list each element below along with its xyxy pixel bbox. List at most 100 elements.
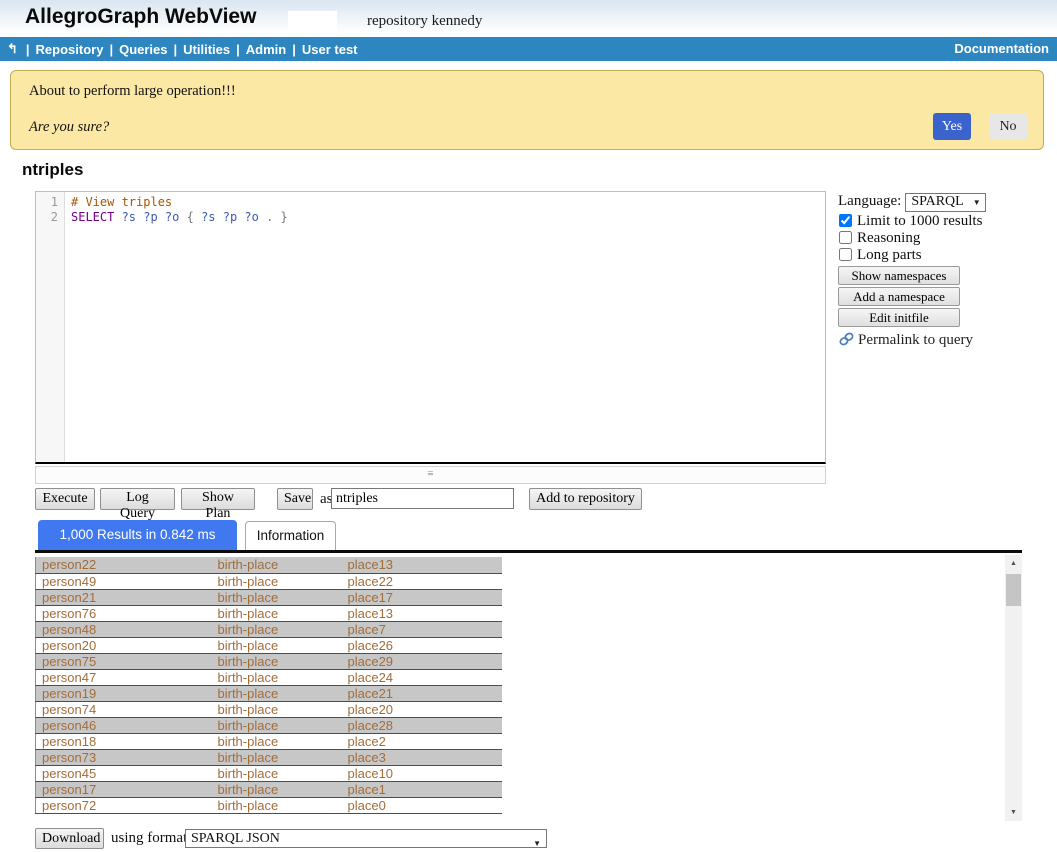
nav-item[interactable]: Queries	[119, 42, 167, 57]
yes-button[interactable]: Yes	[933, 113, 971, 140]
nav-separator: |	[292, 42, 296, 57]
result-row: person73 birth-place place3	[36, 749, 502, 765]
option-checkbox[interactable]	[839, 231, 852, 244]
nav-documentation-link[interactable]: Documentation	[954, 37, 1049, 61]
result-subject[interactable]: person49	[36, 573, 212, 589]
result-object[interactable]: place1	[342, 781, 502, 797]
result-subject[interactable]: person76	[36, 605, 212, 621]
result-predicate[interactable]: birth-place	[212, 653, 342, 669]
result-predicate[interactable]: birth-place	[212, 733, 342, 749]
result-row: person18 birth-place place2	[36, 733, 502, 749]
no-button[interactable]: No	[989, 113, 1027, 140]
result-predicate[interactable]: birth-place	[212, 637, 342, 653]
result-object[interactable]: place21	[342, 685, 502, 701]
result-object[interactable]: place20	[342, 701, 502, 717]
result-predicate[interactable]: birth-place	[212, 669, 342, 685]
result-predicate[interactable]: birth-place	[212, 621, 342, 637]
result-predicate[interactable]: birth-place	[212, 605, 342, 621]
result-object[interactable]: place2	[342, 733, 502, 749]
save-name-input[interactable]	[331, 488, 514, 509]
result-subject[interactable]: person19	[36, 685, 212, 701]
execute-button[interactable]: Execute	[35, 488, 95, 510]
result-subject[interactable]: person45	[36, 765, 212, 781]
result-predicate[interactable]: birth-place	[212, 765, 342, 781]
side-panel-button[interactable]: Add a namespace	[838, 287, 960, 306]
nav-item[interactable]: User test	[302, 42, 358, 57]
option-checkbox[interactable]	[839, 248, 852, 261]
result-subject[interactable]: person17	[36, 781, 212, 797]
add-to-repository-button[interactable]: Add to repository	[529, 488, 642, 510]
nav-item[interactable]: Admin	[246, 42, 286, 57]
result-predicate[interactable]: birth-place	[212, 685, 342, 701]
editor-line: 1 # View triples	[36, 195, 825, 210]
results-viewport: person22 birth-place place13 person49 bi…	[35, 553, 1022, 825]
result-row: person75 birth-place place29	[36, 653, 502, 669]
result-subject[interactable]: person75	[36, 653, 212, 669]
save-button[interactable]: Save	[277, 488, 313, 510]
format-select[interactable]: SPARQL JSON ▼	[185, 829, 547, 848]
option-checkbox[interactable]	[839, 214, 852, 227]
result-predicate[interactable]: birth-place	[212, 781, 342, 797]
confirmation-banner: About to perform large operation!!! Are …	[10, 70, 1044, 150]
result-object[interactable]: place26	[342, 637, 502, 653]
format-label: using format	[111, 830, 187, 847]
editor-lines: 1 # View triples 2 SELECT ?s ?p ?o { ?s …	[36, 195, 825, 225]
back-arrow-icon[interactable]: ↰	[7, 41, 18, 57]
result-object[interactable]: place0	[342, 797, 502, 813]
banner-question: Are you sure?	[29, 119, 109, 136]
result-object[interactable]: place13	[342, 605, 502, 621]
result-predicate[interactable]: birth-place	[212, 701, 342, 717]
option-checkboxes: Limit to 1000 results Reasoning Long par…	[838, 213, 1056, 264]
result-subject[interactable]: person18	[36, 733, 212, 749]
result-subject[interactable]: person21	[36, 589, 212, 605]
side-panel-button[interactable]: Show namespaces	[838, 266, 960, 285]
header-blank-box	[288, 11, 337, 32]
result-object[interactable]: place13	[342, 557, 502, 573]
result-row: person49 birth-place place22	[36, 573, 502, 589]
nav-item[interactable]: Repository	[36, 42, 104, 57]
result-object[interactable]: place22	[342, 573, 502, 589]
editor-line: 2 SELECT ?s ?p ?o { ?s ?p ?o . }	[36, 210, 825, 225]
side-panel-button[interactable]: Edit initfile	[838, 308, 960, 327]
result-row: person76 birth-place place13	[36, 605, 502, 621]
permalink-to-query-link[interactable]: Permalink to query	[838, 331, 1056, 349]
show-plan-button[interactable]: Show Plan	[181, 488, 255, 510]
result-subject[interactable]: person72	[36, 797, 212, 813]
result-object[interactable]: place28	[342, 717, 502, 733]
nav-separator: |	[109, 42, 113, 57]
editor-resize-handle[interactable]: ≡	[35, 466, 826, 484]
result-subject[interactable]: person47	[36, 669, 212, 685]
log-query-button[interactable]: Log Query	[100, 488, 175, 510]
scroll-up-icon[interactable]: ▲	[1005, 555, 1022, 572]
result-predicate[interactable]: birth-place	[212, 589, 342, 605]
query-options-panel: Language:SPARQL▼ Limit to 1000 results R…	[838, 193, 1056, 349]
result-subject[interactable]: person22	[36, 557, 212, 573]
result-object[interactable]: place17	[342, 589, 502, 605]
result-predicate[interactable]: birth-place	[212, 749, 342, 765]
scroll-down-icon[interactable]: ▼	[1005, 804, 1022, 821]
result-predicate[interactable]: birth-place	[212, 557, 342, 573]
tab-results[interactable]: 1,000 Results in 0.842 ms	[38, 520, 237, 550]
result-predicate[interactable]: birth-place	[212, 797, 342, 813]
scrollbar-thumb[interactable]	[1006, 574, 1021, 606]
result-object[interactable]: place10	[342, 765, 502, 781]
nav-separator: |	[236, 42, 240, 57]
result-subject[interactable]: person74	[36, 701, 212, 717]
result-predicate[interactable]: birth-place	[212, 573, 342, 589]
result-subject[interactable]: person73	[36, 749, 212, 765]
download-button[interactable]: Download	[35, 828, 104, 849]
result-subject[interactable]: person20	[36, 637, 212, 653]
result-object[interactable]: place29	[342, 653, 502, 669]
option-row: Reasoning	[838, 230, 1056, 247]
result-subject[interactable]: person46	[36, 717, 212, 733]
language-select[interactable]: SPARQL▼	[905, 193, 985, 212]
nav-item[interactable]: Utilities	[183, 42, 230, 57]
tab-information[interactable]: Information	[245, 521, 336, 550]
result-object[interactable]: place24	[342, 669, 502, 685]
result-object[interactable]: place7	[342, 621, 502, 637]
result-object[interactable]: place3	[342, 749, 502, 765]
results-scrollbar[interactable]: ▲ ▼	[1005, 555, 1022, 821]
query-editor[interactable]: 1 # View triples 2 SELECT ?s ?p ?o { ?s …	[35, 191, 826, 464]
result-subject[interactable]: person48	[36, 621, 212, 637]
result-predicate[interactable]: birth-place	[212, 717, 342, 733]
